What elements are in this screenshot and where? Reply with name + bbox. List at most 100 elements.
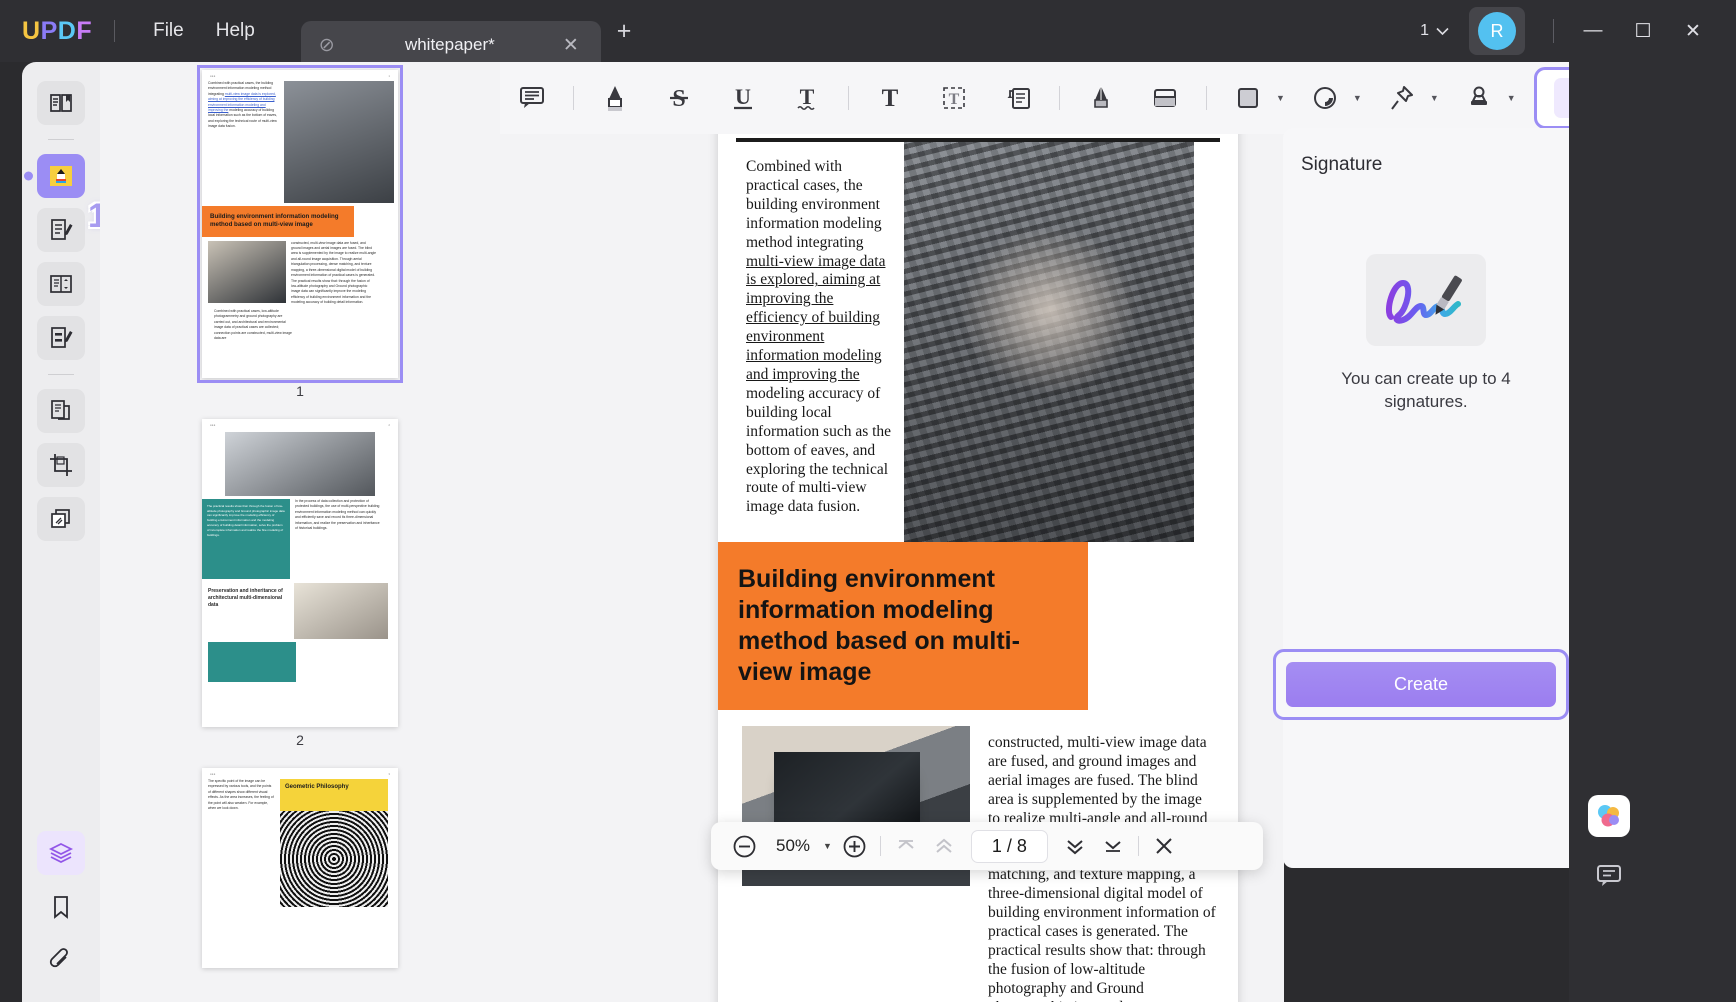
- zoom-level[interactable]: 50%: [763, 836, 823, 856]
- thumbnail-page-1[interactable]: ●●● 1 Combined with practical cases, the …: [197, 65, 403, 383]
- create-signature-button[interactable]: Create: [1286, 662, 1556, 707]
- page-paragraph-1: Combined with practical cases, the build…: [746, 158, 892, 516]
- updf-window: UPDF File Help ⊘ whitepaper* ✕ + 1 R — ☐…: [0, 0, 1736, 1002]
- zoom-toolbar: 50% ▼ 1 / 8: [711, 822, 1263, 870]
- chevron-down-icon[interactable]: ▼: [1430, 93, 1439, 103]
- strikethrough-icon[interactable]: S: [656, 75, 702, 121]
- squiggly-underline-icon[interactable]: T: [784, 75, 830, 121]
- close-toolbar-button[interactable]: [1145, 829, 1183, 863]
- window-controls: 1 R — ☐ ✕: [1410, 7, 1736, 55]
- page-thumbnail-panel[interactable]: ●●● 1 Combined with practical cases, the …: [100, 62, 500, 1002]
- thumbnail-label-1: 1: [296, 383, 304, 399]
- window-close-button[interactable]: ✕: [1668, 20, 1718, 43]
- signature-limit-note: You can create up to 4 signatures.: [1341, 369, 1511, 411]
- sticker-icon[interactable]: [1302, 75, 1348, 121]
- chevron-down-icon[interactable]: ▼: [1276, 93, 1285, 103]
- sticker-tool-group[interactable]: ▼: [1293, 75, 1370, 121]
- pin-icon[interactable]: [1379, 75, 1425, 121]
- sticky-note-icon[interactable]: [509, 75, 555, 121]
- zoom-divider-2: [1137, 836, 1139, 856]
- underline-icon[interactable]: U: [720, 75, 766, 121]
- signature-panel-title: Signature: [1301, 154, 1383, 175]
- sidebar-item-annotate-highlight[interactable]: [24, 154, 85, 198]
- active-indicator-dot: [24, 171, 33, 181]
- ai-sparkle-icon: [1598, 805, 1619, 827]
- bookmark-icon: [54, 896, 68, 919]
- convert-pages-icon: [51, 400, 70, 420]
- pdf-slash-icon: ⊘: [318, 34, 335, 56]
- new-tab-button[interactable]: +: [617, 17, 632, 46]
- sidebar-item-fill-and-sign[interactable]: [37, 316, 85, 360]
- sidebar-item-edit-pdf[interactable]: [37, 208, 85, 252]
- shape-tool-group[interactable]: ▼: [1216, 75, 1293, 121]
- sidebar-item-organize-pages[interactable]: [37, 262, 85, 306]
- left-sidebar: [22, 62, 100, 1002]
- atrium-photo: [904, 142, 1194, 542]
- organize-pages-icon: [50, 275, 72, 293]
- callout-icon[interactable]: [995, 75, 1041, 121]
- eraser-icon[interactable]: [1142, 75, 1188, 121]
- edit-document-icon: [51, 219, 73, 240]
- pin-tool-group[interactable]: ▼: [1370, 75, 1447, 121]
- last-page-icon[interactable]: [1094, 829, 1132, 863]
- batch-pages-icon: [51, 509, 70, 528]
- sidebar-divider-1: [48, 139, 74, 140]
- title-divider: [114, 20, 116, 42]
- first-page-icon[interactable]: [887, 829, 925, 863]
- prev-page-icon[interactable]: [925, 829, 963, 863]
- text-icon[interactable]: T: [867, 75, 913, 121]
- zoom-out-button[interactable]: [725, 829, 763, 863]
- paperclip-icon: [49, 948, 68, 968]
- thumbnail-page-3[interactable]: ●●● 3 The specific point of the image can…: [202, 768, 398, 968]
- tab-title: whitepaper*: [404, 35, 495, 54]
- toolbar-divider-3: [1059, 86, 1060, 110]
- book-reader-icon: [50, 94, 72, 112]
- sidebar-item-attachments[interactable]: [37, 939, 85, 983]
- maximize-button[interactable]: ☐: [1618, 20, 1668, 43]
- sidebar-item-bookmarks[interactable]: [37, 885, 85, 929]
- document-viewer[interactable]: Combined with practical cases, the build…: [500, 134, 1276, 1002]
- sidebar-item-crop-page[interactable]: [37, 443, 85, 487]
- toolbar-divider-4: [1206, 86, 1207, 110]
- window-switcher[interactable]: 1: [1410, 16, 1459, 46]
- menu-file[interactable]: File: [137, 14, 200, 48]
- layers-ai-icon: [48, 842, 74, 864]
- menu-help[interactable]: Help: [200, 14, 271, 48]
- sidebar-item-batch-process[interactable]: [37, 497, 85, 541]
- signature-panel: Signature You can create up to 4 signatu…: [1273, 128, 1569, 868]
- pencil-icon[interactable]: [1078, 75, 1124, 121]
- stamp-tool-group[interactable]: ▼: [1447, 75, 1524, 121]
- updf-logo: UPDF: [22, 16, 93, 45]
- pdf-page: Combined with practical cases, the build…: [718, 134, 1238, 1002]
- sidebar-item-ai-assistant[interactable]: [37, 831, 85, 875]
- controls-divider: [1553, 19, 1554, 43]
- highlight-icon[interactable]: [592, 75, 638, 121]
- minimize-button[interactable]: —: [1568, 20, 1618, 42]
- page-indicator[interactable]: 1 / 8: [970, 829, 1048, 863]
- create-button-highlight: Create: [1273, 649, 1569, 720]
- next-page-icon[interactable]: [1056, 829, 1094, 863]
- sidebar-item-reader-mode[interactable]: [37, 81, 85, 125]
- thumbnail-label-2: 2: [296, 732, 304, 748]
- svg-text:T: T: [949, 91, 960, 108]
- crop-icon: [50, 454, 72, 476]
- comments-fab[interactable]: [1588, 855, 1630, 897]
- form-sign-icon: [51, 327, 73, 348]
- toolbar-divider-2: [848, 86, 849, 110]
- svg-text:T: T: [882, 85, 899, 112]
- title-bar: UPDF File Help ⊘ whitepaper* ✕ + 1 R — ☐…: [0, 0, 1736, 69]
- close-icon[interactable]: ✕: [555, 34, 587, 57]
- shape-icon[interactable]: [1225, 75, 1271, 121]
- ai-assistant-fab[interactable]: [1588, 795, 1630, 837]
- stamp-icon[interactable]: [1456, 75, 1502, 121]
- chevron-down-icon[interactable]: ▼: [1353, 93, 1362, 103]
- chevron-down-icon[interactable]: ▼: [1507, 93, 1516, 103]
- zoom-in-button[interactable]: [836, 829, 874, 863]
- chevron-down-icon[interactable]: ▼: [823, 841, 832, 851]
- thumbnail-page-2[interactable]: ●●● 2 The practical results show that: th…: [202, 419, 398, 727]
- account-button[interactable]: R: [1469, 7, 1525, 55]
- text-box-icon[interactable]: T: [931, 75, 977, 121]
- toolbar-divider-1: [573, 86, 574, 110]
- sidebar-item-convert-pdf[interactable]: [37, 389, 85, 433]
- signature-illustration: [1366, 254, 1486, 346]
